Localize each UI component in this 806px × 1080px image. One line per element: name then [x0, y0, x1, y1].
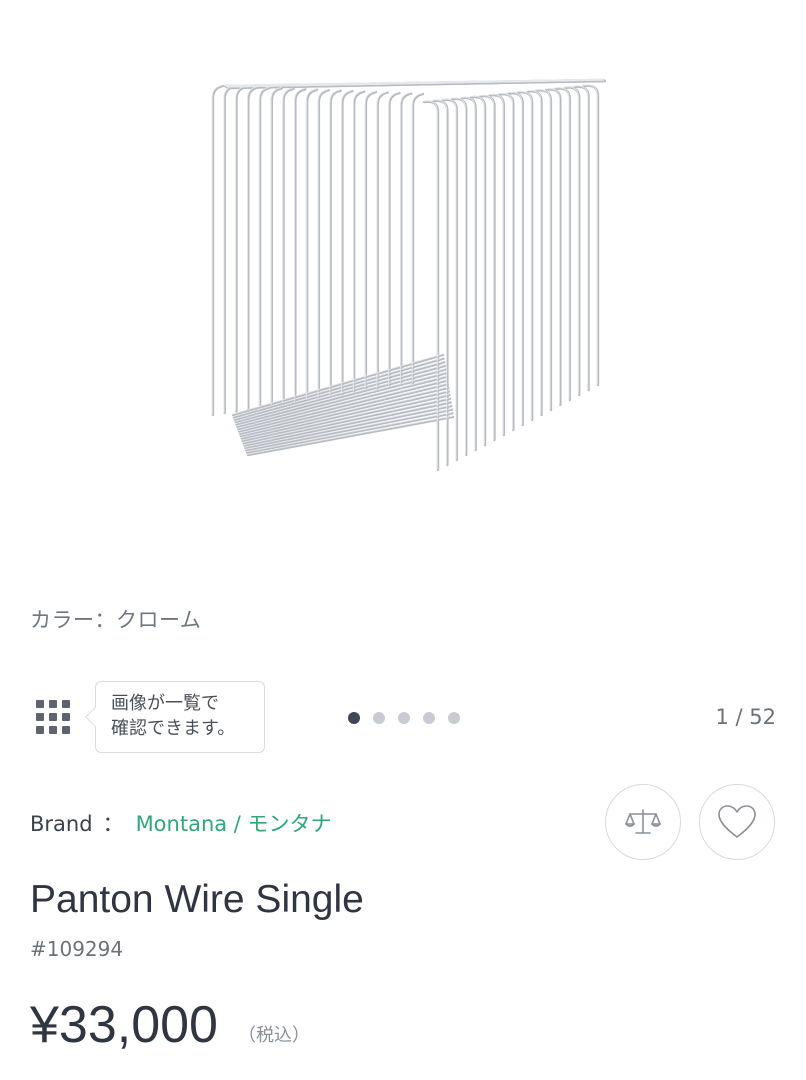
- wire-line: [563, 86, 579, 395]
- favorite-button[interactable]: [699, 784, 775, 860]
- wire-line: [554, 87, 570, 400]
- wire-line: [400, 92, 413, 387]
- wire-line: [573, 85, 589, 390]
- brand-separator: ：: [102, 812, 124, 836]
- wire-line: [535, 89, 553, 412]
- wire-line: [573, 85, 590, 392]
- product-image[interactable]: [0, 0, 806, 580]
- wire-line: [526, 90, 543, 417]
- carousel-dot[interactable]: [348, 712, 360, 724]
- wire-line: [516, 91, 532, 420]
- wire-line: [488, 93, 506, 437]
- wire-line: [294, 88, 307, 404]
- wire-line: [507, 92, 524, 427]
- wire-line: [223, 85, 236, 415]
- wire-line: [235, 85, 248, 413]
- wire-line: [469, 95, 485, 445]
- compare-button[interactable]: [605, 784, 681, 860]
- carousel-dots: [348, 712, 460, 724]
- brand-label: Brand: [30, 812, 93, 836]
- wire-line: [545, 88, 561, 405]
- tax-note: （税込）: [238, 1025, 310, 1046]
- wire-line: [582, 84, 600, 387]
- wire-line: [247, 86, 260, 411]
- brand-row: Brand ： Montana / モンタナ: [30, 808, 332, 838]
- panton-wire-cube-image: [211, 78, 607, 472]
- carousel-dot[interactable]: [398, 712, 410, 724]
- wire-line: [460, 96, 477, 452]
- wire-line: [364, 90, 378, 392]
- wire-line: [545, 88, 562, 407]
- wire-line: [479, 94, 495, 440]
- wire-line: [376, 91, 389, 390]
- wire-line: [498, 92, 513, 430]
- wire-line: [352, 90, 366, 394]
- wire-line: [516, 91, 534, 422]
- wire-line: [282, 87, 295, 405]
- product-price: ¥33,000: [30, 996, 218, 1054]
- wire-line: [317, 89, 331, 400]
- brand-link[interactable]: Montana / モンタナ: [136, 812, 332, 836]
- tooltip-line2: 確認できます。: [111, 718, 236, 739]
- tooltip-line1: 画像が一覧で: [111, 693, 219, 714]
- wire-line: [479, 94, 496, 442]
- carousel-dot[interactable]: [423, 712, 435, 724]
- gallery-tooltip: 画像が一覧で 確認できます。: [95, 681, 265, 753]
- wire-line: [211, 84, 225, 417]
- wire-line: [258, 86, 272, 409]
- wire-line: [526, 90, 542, 415]
- carousel-dot[interactable]: [373, 712, 385, 724]
- grid-icon[interactable]: [36, 700, 70, 734]
- image-counter: 1 / 52: [715, 705, 776, 729]
- wire-line: [411, 92, 425, 385]
- product-sku: #109294: [30, 937, 124, 961]
- wire-line: [451, 97, 468, 457]
- scale-icon: [625, 809, 661, 834]
- wire-line: [341, 89, 354, 396]
- wire-line: [460, 96, 476, 450]
- heart-icon: [718, 805, 756, 838]
- wire-line: [488, 93, 504, 435]
- wire-line: [554, 87, 571, 402]
- color-label: カラー：クローム: [30, 608, 202, 632]
- wire-line: [498, 92, 515, 432]
- wire-line: [227, 79, 605, 88]
- wire-line: [450, 97, 466, 455]
- wire-line: [305, 88, 319, 402]
- wire-line: [329, 89, 342, 398]
- wire-line: [563, 86, 581, 397]
- carousel-dot[interactable]: [448, 712, 460, 724]
- wire-line: [507, 91, 523, 425]
- wire-line: [469, 95, 487, 447]
- wire-line: [270, 87, 284, 407]
- wire-line: [535, 89, 551, 410]
- product-title: Panton Wire Single: [30, 878, 364, 921]
- wire-line: [388, 91, 401, 388]
- wire-line: [582, 84, 598, 385]
